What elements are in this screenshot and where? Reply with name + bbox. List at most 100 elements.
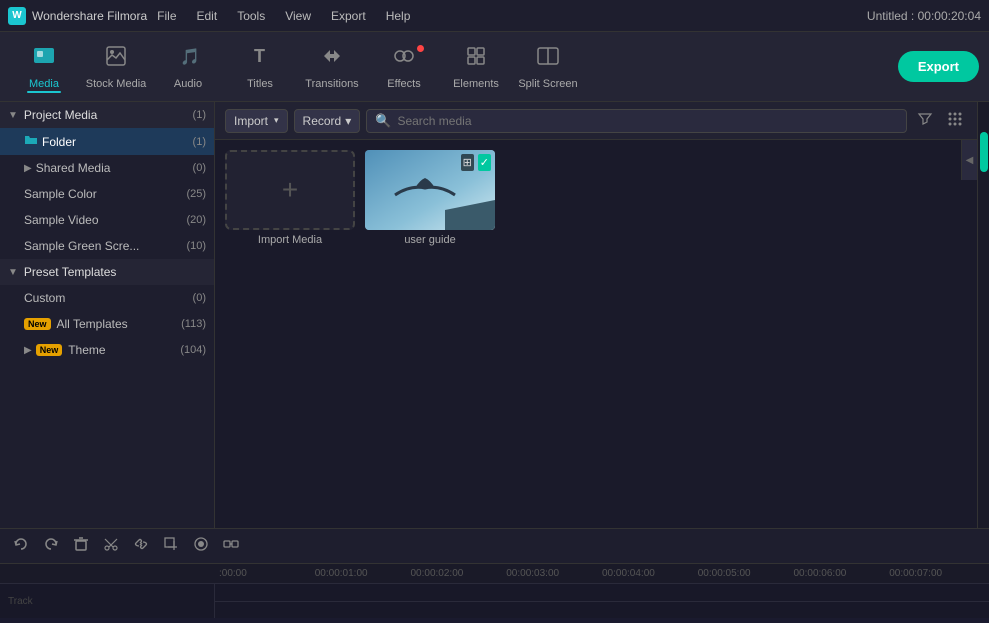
- media-thumbnail: ⊞ ✓: [365, 150, 495, 230]
- sidebar-custom[interactable]: Custom (0): [0, 285, 214, 311]
- effects-icon: [392, 44, 416, 74]
- titles-icon: T: [248, 44, 272, 74]
- right-scrollbar[interactable]: [977, 102, 989, 528]
- preset-chevron: ▼: [8, 267, 18, 278]
- sample-color-label: Sample Color: [24, 187, 97, 201]
- sample-color-count: (25): [186, 188, 206, 200]
- redo-button[interactable]: [40, 533, 62, 559]
- import-label: Import: [234, 114, 268, 128]
- search-input[interactable]: [397, 114, 898, 128]
- panel-collapse-arrow[interactable]: ◀: [961, 140, 977, 180]
- record-timeline-button[interactable]: [190, 533, 212, 559]
- menu-file[interactable]: File: [153, 7, 180, 25]
- sidebar-theme[interactable]: ▶ New Theme (104): [0, 337, 214, 363]
- shared-media-count: (0): [193, 162, 206, 174]
- sample-green-label: Sample Green Scre...: [24, 239, 139, 253]
- menu-export[interactable]: Export: [327, 7, 370, 25]
- toolbar-stock-media[interactable]: Stock Media: [82, 37, 150, 97]
- toolbar-split-label: Split Screen: [518, 78, 577, 90]
- ruler-mark-0: :00:00: [219, 568, 315, 579]
- toolbar-elements[interactable]: Elements: [442, 37, 510, 97]
- delete-button[interactable]: [70, 533, 92, 559]
- preset-templates-header[interactable]: ▼ Preset Templates: [0, 259, 214, 285]
- record-label: Record: [303, 114, 342, 128]
- cut-button[interactable]: [100, 533, 122, 559]
- record-chevron-down-icon: ▾: [345, 114, 351, 128]
- collapse-chevron-icon: ◀: [966, 155, 974, 166]
- search-bar[interactable]: 🔍: [366, 109, 907, 133]
- preset-templates-label: Preset Templates: [24, 265, 117, 279]
- record-button[interactable]: Record ▾: [294, 109, 361, 133]
- undo-button[interactable]: [10, 533, 32, 559]
- menu-view[interactable]: View: [281, 7, 315, 25]
- menu-bar: File Edit Tools View Export Help: [153, 7, 414, 25]
- toolbar-elements-label: Elements: [453, 78, 499, 90]
- snap-button[interactable]: [220, 533, 242, 559]
- track-line: [215, 601, 989, 602]
- sidebar-sample-video[interactable]: Sample Video (20): [0, 207, 214, 233]
- theme-chevron: ▶: [24, 345, 32, 356]
- all-templates-new-badge: New: [24, 318, 51, 330]
- toolbar-transitions[interactable]: Transitions: [298, 37, 366, 97]
- filter-button[interactable]: [913, 109, 937, 132]
- import-media-item[interactable]: + Import Media: [225, 150, 355, 246]
- ruler-mark-7: 00:00:07:00: [889, 568, 985, 579]
- menu-edit[interactable]: Edit: [193, 7, 222, 25]
- import-button[interactable]: Import ▾: [225, 109, 288, 133]
- custom-count: (0): [193, 292, 206, 304]
- transitions-icon: [320, 44, 344, 74]
- theme-new-badge: New: [36, 344, 63, 356]
- shared-media-chevron: ▶: [24, 163, 32, 174]
- toolbar-titles-label: Titles: [247, 78, 273, 90]
- media-grid: + Import Media: [215, 140, 961, 528]
- import-plus-icon: +: [282, 174, 298, 206]
- app-logo: W: [8, 7, 26, 25]
- all-templates-count: (113): [181, 318, 206, 330]
- menu-help[interactable]: Help: [382, 7, 415, 25]
- ruler-mark-3: 00:00:03:00: [506, 568, 602, 579]
- import-chevron-down-icon: ▾: [274, 115, 279, 126]
- timeline-tracks: Track: [0, 584, 989, 618]
- folder-item[interactable]: Folder (1): [0, 128, 214, 155]
- ruler-mark-4: 00:00:04:00: [602, 568, 698, 579]
- sidebar-sample-color[interactable]: Sample Color (25): [0, 181, 214, 207]
- timeline-ruler: :00:00 00:00:01:00 00:00:02:00 00:00:03:…: [215, 568, 989, 579]
- check-badge: ✓: [478, 154, 491, 171]
- toolbar-media[interactable]: Media: [10, 37, 78, 97]
- grid-view-button[interactable]: [943, 109, 967, 132]
- toolbar-effects[interactable]: Effects: [370, 37, 438, 97]
- sidebar: ▼ Project Media (1) Folder (1) ▶ Shared …: [0, 102, 215, 528]
- media-thumb-item[interactable]: ⊞ ✓ user guide: [365, 150, 495, 246]
- ruler-mark-5: 00:00:05:00: [698, 568, 794, 579]
- export-button[interactable]: Export: [898, 51, 979, 82]
- shared-media-label: Shared Media: [36, 161, 111, 175]
- split-screen-icon: [536, 44, 560, 74]
- menu-tools[interactable]: Tools: [233, 7, 269, 25]
- ruler-mark-2: 00:00:02:00: [411, 568, 507, 579]
- theme-label: Theme: [68, 343, 105, 357]
- media-icon: [32, 44, 56, 74]
- toolbar-audio[interactable]: 🎵 Audio: [154, 37, 222, 97]
- toolbar-split-screen[interactable]: Split Screen: [514, 37, 582, 97]
- toolbar-effects-label: Effects: [387, 78, 420, 90]
- custom-label: Custom: [24, 291, 65, 305]
- timeline-area: :00:00 00:00:01:00 00:00:02:00 00:00:03:…: [0, 528, 989, 618]
- folder-label: Folder: [42, 135, 76, 149]
- svg-text:T: T: [254, 46, 265, 66]
- import-drop-zone[interactable]: +: [225, 150, 355, 230]
- sidebar-sample-green[interactable]: Sample Green Scre... (10): [0, 233, 214, 259]
- toolbar-transitions-label: Transitions: [305, 78, 358, 90]
- sample-video-label: Sample Video: [24, 213, 99, 227]
- crop-button[interactable]: [160, 533, 182, 559]
- link-button[interactable]: [130, 533, 152, 559]
- grid-small-icon: ⊞: [461, 154, 474, 171]
- sample-green-count: (10): [186, 240, 206, 252]
- sidebar-all-templates[interactable]: New All Templates (113): [0, 311, 214, 337]
- panel-toolbar: Import ▾ Record ▾ 🔍: [215, 102, 977, 140]
- toolbar-titles[interactable]: T Titles: [226, 37, 294, 97]
- project-media-header[interactable]: ▼ Project Media (1): [0, 102, 214, 128]
- all-templates-label: All Templates: [57, 317, 128, 331]
- media-thumb-label: user guide: [404, 234, 455, 246]
- toolbar-media-label: Media: [29, 78, 59, 90]
- sidebar-shared-media[interactable]: ▶ Shared Media (0): [0, 155, 214, 181]
